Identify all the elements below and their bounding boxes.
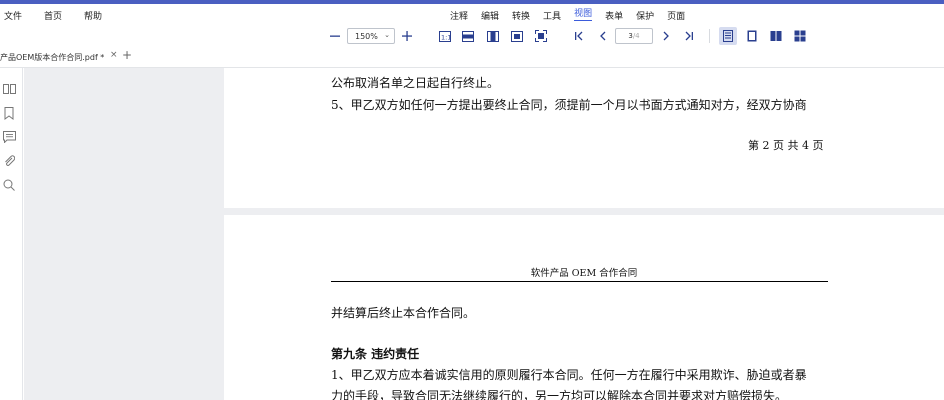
ribbon-tabs: 注释 编辑 转换 工具 视图 表单 保护 页面	[450, 4, 698, 26]
tab-protect[interactable]: 保护	[636, 9, 654, 22]
zoom-select[interactable]: 150% ⌄	[347, 28, 395, 44]
single-page-icon	[723, 30, 733, 42]
minus-icon	[330, 35, 340, 37]
chevron-right-icon	[663, 31, 669, 41]
page-header-title: 软件产品 OEM 合作合同	[530, 268, 638, 279]
menu-file[interactable]: 文件	[4, 9, 22, 22]
page-footer-number: 第 2 页 共 4 页	[748, 139, 824, 152]
fit-width-icon	[462, 30, 474, 42]
section-heading: 第九条 违约责任	[331, 347, 420, 361]
left-tool-rail	[0, 68, 23, 400]
last-page-button[interactable]	[682, 26, 696, 46]
tab-page[interactable]: 页面	[667, 9, 685, 22]
tab-tools[interactable]: 工具	[543, 9, 561, 22]
body-text-line: 力的手段，导致合同无法继续履行的，另一方均可以解除本合同并要求对方赔偿损失。	[331, 389, 788, 400]
tab-edit[interactable]: 编辑	[481, 9, 499, 22]
two-page-continuous-button[interactable]	[791, 27, 809, 45]
fit-visible-button[interactable]	[509, 26, 525, 46]
zoom-value: 150%	[355, 31, 378, 41]
body-text-line: 公布取消名单之日起自行终止。	[331, 76, 500, 90]
toolbar-divider	[709, 29, 710, 43]
body-text-line: 5、甲乙双方如任何一方提出要终止合同，须提前一个月以书面方式通知对方，经双方协商	[331, 98, 807, 112]
two-page-view-button[interactable]	[767, 27, 785, 45]
comment-icon[interactable]	[2, 130, 16, 144]
document-tab[interactable]: 产品OEM版本合作合同.pdf *	[0, 50, 104, 64]
fit-visible-icon	[511, 30, 523, 42]
total-pages: /4	[632, 32, 640, 40]
chevron-left-icon	[600, 31, 606, 41]
tab-view[interactable]: 视图	[574, 9, 593, 21]
main-menu: 文件 首页 帮助	[0, 4, 102, 26]
attachment-icon[interactable]	[2, 154, 16, 168]
tab-convert[interactable]: 转换	[512, 9, 530, 22]
next-page-button[interactable]	[659, 26, 673, 46]
bookmark-icon[interactable]	[2, 106, 16, 120]
page-number-input[interactable]: 3/4	[615, 28, 653, 44]
pdf-page: 公布取消名单之日起自行终止。 5、甲乙双方如任何一方提出要终止合同，须提前一个月…	[224, 68, 944, 208]
document-tab-title: 产品OEM版本合作合同.pdf *	[0, 52, 105, 62]
fit-width-button[interactable]	[460, 26, 476, 46]
chevron-down-icon: ⌄	[384, 31, 390, 39]
first-page-icon	[575, 31, 583, 41]
search-icon[interactable]	[2, 178, 16, 192]
menu-home[interactable]: 首页	[44, 9, 62, 22]
last-page-icon	[685, 31, 693, 41]
first-page-button[interactable]	[572, 26, 586, 46]
body-text-line: 并结算后终止本合作合同。	[331, 306, 476, 320]
full-screen-button[interactable]	[533, 26, 549, 46]
two-page-icon	[770, 31, 782, 41]
close-icon[interactable]: ×	[110, 50, 118, 60]
grid-view-icon	[794, 30, 806, 42]
previous-page-button[interactable]	[596, 26, 610, 46]
continuous-view-button[interactable]	[743, 27, 761, 45]
plus-icon	[402, 31, 412, 41]
menu-bar: 文件 首页 帮助 注释 编辑 转换 工具 视图 表单 保护 页面	[0, 4, 944, 26]
document-canvas[interactable]: 公布取消名单之日起自行终止。 5、甲乙双方如任何一方提出要终止合同，须提前一个月…	[24, 68, 944, 400]
svg-text:1:1: 1:1	[441, 33, 451, 41]
continuous-page-icon	[747, 30, 757, 42]
body-text-line: 1、甲乙双方应本着诚实信用的原则履行本合同。任何一方在履行中采用欺诈、胁迫或者暴	[331, 368, 807, 382]
thumbnails-icon[interactable]	[2, 82, 16, 96]
single-page-view-button[interactable]	[719, 27, 737, 45]
view-toolbar: 150% ⌄ 1:1 3/4	[0, 26, 944, 46]
actual-size-button[interactable]: 1:1	[437, 26, 453, 46]
menu-help[interactable]: 帮助	[84, 9, 102, 22]
tab-annotate[interactable]: 注释	[450, 9, 468, 22]
add-tab-icon[interactable]: +	[122, 48, 132, 62]
header-rule	[331, 281, 828, 282]
fit-page-icon	[487, 30, 499, 42]
pdf-page: 软件产品 OEM 合作合同 并结算后终止本合作合同。 第九条 违约责任 1、甲乙…	[224, 215, 944, 400]
full-screen-icon	[535, 30, 547, 42]
actual-size-icon: 1:1	[439, 30, 451, 42]
document-tab-bar: 产品OEM版本合作合同.pdf * × +	[0, 46, 944, 68]
zoom-out-button[interactable]	[328, 26, 342, 46]
fit-page-button[interactable]	[485, 26, 501, 46]
zoom-in-button[interactable]	[400, 26, 414, 46]
tab-form[interactable]: 表单	[605, 9, 623, 22]
